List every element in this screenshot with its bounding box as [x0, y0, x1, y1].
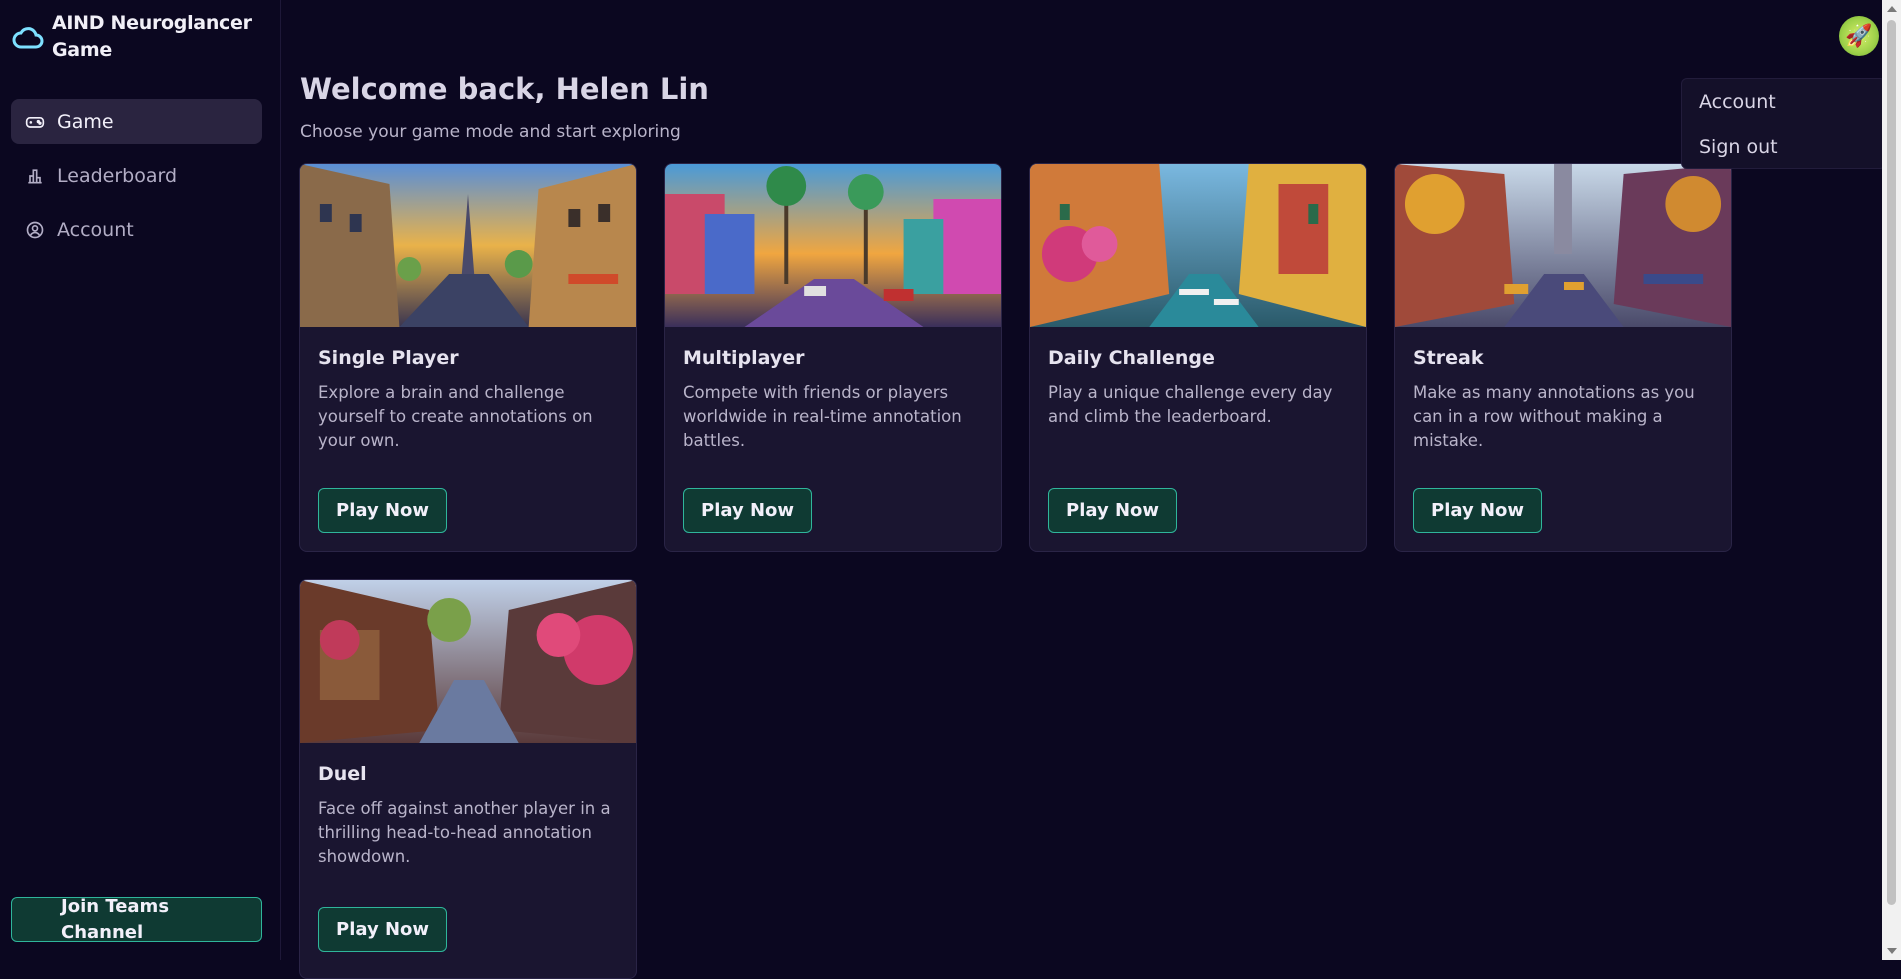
card-title: Daily Challenge: [1048, 347, 1215, 369]
play-now-button[interactable]: Play Now: [1048, 488, 1178, 533]
play-now-button[interactable]: Play Now: [318, 488, 448, 533]
menu-item-account[interactable]: Account: [1699, 91, 1776, 113]
sidebar-item-game[interactable]: Game: [11, 99, 262, 144]
sidebar-nav: Game Leaderboard Account: [11, 99, 262, 261]
app-title: AIND Neuroglancer Game: [52, 12, 252, 61]
gamepad-icon: [25, 116, 45, 128]
sidebar-item-leaderboard[interactable]: Leaderboard: [11, 153, 262, 198]
join-teams-button[interactable]: Join Teams Channel: [11, 896, 262, 943]
card-title: Single Player: [318, 347, 459, 369]
game-card-daily-challenge: Daily Challenge Play a unique challenge …: [1029, 163, 1367, 552]
game-card-single-player: Single Player Explore a brain and challe…: [299, 163, 637, 552]
city-street-art: [1395, 164, 1731, 327]
main-content: Welcome back, Helen Lin Choose your game…: [282, 0, 1882, 979]
japanese-alley-art: [300, 580, 636, 743]
card-title: Multiplayer: [683, 347, 805, 369]
page-title: Welcome back, Helen Lin: [300, 72, 709, 106]
paris-street-art: [300, 164, 636, 327]
user-circle-icon: [26, 221, 44, 238]
card-title: Duel: [318, 763, 367, 785]
game-card-multiplayer: Multiplayer Compete with friends or play…: [664, 163, 1002, 552]
sidebar: AIND Neuroglancer Game Game Leaderboard …: [0, 0, 281, 960]
scrollbar-thumb[interactable]: [1887, 20, 1896, 905]
sidebar-item-label: Game: [57, 110, 114, 133]
card-description: Compete with friends or players worldwid…: [683, 383, 962, 450]
scroll-up-arrow-icon[interactable]: [1887, 6, 1897, 12]
sidebar-item-label: Account: [57, 218, 134, 241]
brand[interactable]: AIND Neuroglancer Game: [12, 10, 262, 64]
cloud-logo-icon: [12, 27, 44, 49]
venice-canal-art: [1030, 164, 1366, 327]
bar-chart-icon: [28, 168, 42, 183]
menu-item-sign-out[interactable]: Sign out: [1699, 136, 1778, 158]
card-description: Play a unique challenge every day and cl…: [1048, 383, 1333, 426]
join-teams-label: Join Teams Channel: [61, 895, 170, 943]
rocket-icon: 🚀: [1845, 23, 1873, 49]
card-title: Streak: [1413, 347, 1484, 369]
page-scrollbar[interactable]: [1882, 0, 1901, 960]
game-card-streak: Streak Make as many annotations as you c…: [1394, 163, 1732, 552]
card-description: Face off against another player in a thr…: [318, 799, 611, 866]
user-menu-dropdown: Account Sign out: [1681, 78, 1886, 169]
sidebar-item-account[interactable]: Account: [11, 207, 262, 252]
user-avatar[interactable]: 🚀: [1839, 16, 1879, 56]
game-card-duel: Duel Face off against another player in …: [299, 579, 637, 979]
card-description: Make as many annotations as you can in a…: [1413, 383, 1695, 450]
sidebar-item-label: Leaderboard: [57, 164, 178, 187]
scroll-down-arrow-icon[interactable]: [1887, 948, 1897, 954]
play-now-button[interactable]: Play Now: [1413, 488, 1543, 533]
play-now-button[interactable]: Play Now: [683, 488, 813, 533]
card-description: Explore a brain and challenge yourself t…: [318, 383, 593, 450]
play-now-button[interactable]: Play Now: [318, 907, 448, 952]
page-subtitle: Choose your game mode and start explorin…: [300, 122, 681, 142]
palm-street-art: [665, 164, 1001, 327]
